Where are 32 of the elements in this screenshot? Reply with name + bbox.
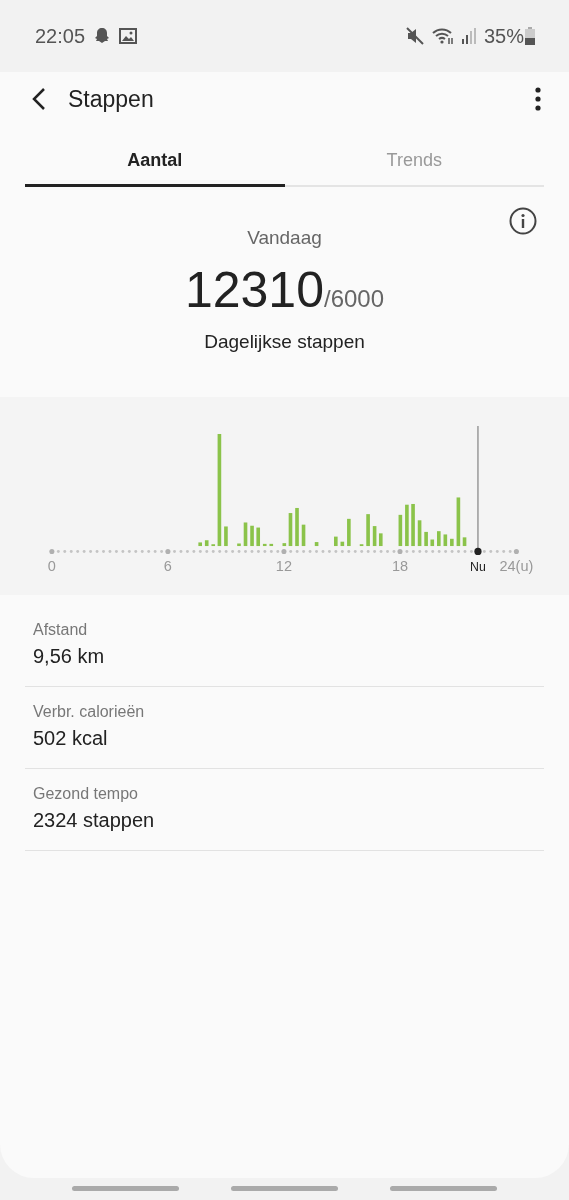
tab[interactable]: Aantal [25, 140, 285, 187]
stat-label: Verbr. calorieën [33, 703, 146, 721]
page-title: Stappen [68, 85, 155, 113]
navigation-handle[interactable] [390, 1186, 497, 1191]
axis-label: 12 [275, 558, 293, 575]
clock-time: 22:05 [35, 24, 86, 48]
period-label: Vandaag [247, 227, 322, 249]
now-label: Nu [470, 560, 486, 575]
axis-label: 6 [163, 558, 172, 575]
axis-label: 0 [47, 558, 56, 575]
battery-percentage: 35% [483, 24, 524, 48]
stat-value: 502 kcal [33, 727, 109, 750]
info-icon[interactable] [509, 207, 537, 235]
step-count: 12310 [184, 261, 324, 319]
ghost-icon [93, 27, 112, 45]
battery-icon [525, 27, 535, 45]
more-options-icon[interactable] [535, 87, 541, 111]
summary-caption: Dagelijkse stappen [204, 331, 365, 353]
axis-label: 24(u) [499, 558, 534, 575]
mute-icon [405, 27, 424, 45]
wifi-icon [431, 27, 454, 45]
axis-label: 18 [391, 558, 409, 575]
stat-label: Afstand [33, 621, 89, 639]
stat-label: Gezond tempo [33, 785, 139, 803]
stat-value: 9,56 km [33, 645, 106, 668]
signal-icon [461, 28, 476, 44]
back-icon[interactable] [32, 87, 46, 111]
navigation-handle[interactable] [231, 1186, 338, 1191]
step-goal: /6000 [324, 285, 385, 313]
image-icon [119, 28, 138, 44]
navigation-handle[interactable] [72, 1186, 179, 1191]
stat-value: 2324 stappen [33, 809, 156, 832]
